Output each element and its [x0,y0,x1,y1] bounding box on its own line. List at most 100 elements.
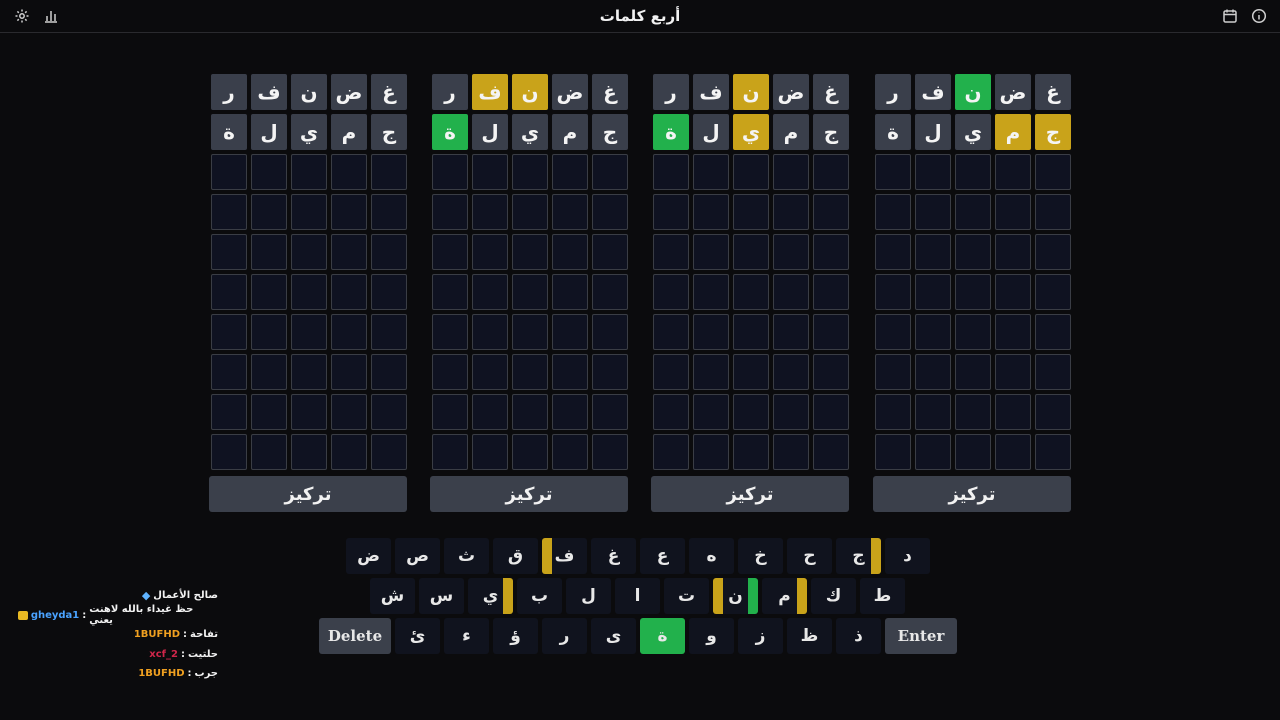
focus-button[interactable]: تركيز [430,476,628,512]
letter-key[interactable]: ك [811,578,856,614]
letter-key[interactable]: ى [591,618,636,654]
tile-empty [733,314,769,350]
letter-key[interactable]: ث [444,538,489,574]
tile-filled: ض [331,74,367,110]
letter-key[interactable]: ب [517,578,562,614]
tile-filled: ض [552,74,588,110]
letter-key[interactable]: ج [836,538,881,574]
tile-empty [653,314,689,350]
letter-key[interactable]: خ [738,538,783,574]
tile-empty [915,434,951,470]
letter-key[interactable]: ؤ [493,618,538,654]
focus-button[interactable]: تركيز [651,476,849,512]
tile-empty [773,394,809,430]
delete-key[interactable]: Delete [319,618,391,654]
tile-empty [653,434,689,470]
letter-key[interactable]: ط [860,578,905,614]
tile-empty [472,234,508,270]
info-icon[interactable] [1251,8,1267,24]
letter-key[interactable]: م [762,578,807,614]
tile-empty [813,274,849,310]
chat-message: صالح الأعمال [153,590,218,602]
tile-empty [875,154,911,190]
tile-empty [552,354,588,390]
tile-empty [251,314,287,350]
letter-key[interactable]: ن [713,578,758,614]
tile-empty [512,274,548,310]
tile-empty [512,354,548,390]
letter-key[interactable]: غ [591,538,636,574]
gear-icon[interactable] [14,8,30,24]
tile-empty [251,274,287,310]
tile-empty [291,274,327,310]
key-label: ر [559,626,570,646]
letter-key[interactable]: ا [615,578,660,614]
key-status-band [503,578,513,614]
tile-empty [371,234,407,270]
tile-empty [291,354,327,390]
letter-key[interactable]: ت [664,578,709,614]
letter-key[interactable]: ي [468,578,513,614]
tile-empty [955,154,991,190]
letter-key[interactable]: ذ [836,618,881,654]
tile-empty [773,154,809,190]
tile-empty [371,314,407,350]
tile-filled: ل [915,114,951,150]
chat-message: تفاحة [190,629,218,641]
tile-empty [693,194,729,230]
letter-key[interactable]: و [689,618,734,654]
letter-key[interactable]: ض [346,538,391,574]
key-status-band [797,578,807,614]
tile-empty [955,394,991,430]
calendar-icon[interactable] [1222,8,1238,24]
key-label: و [706,626,717,646]
letter-key[interactable]: ش [370,578,415,614]
letter-key[interactable]: ظ [787,618,832,654]
tile-empty [693,154,729,190]
keyboard-row-1: ضصثقفغعهخحجد [346,538,930,574]
letter-key[interactable]: ح [787,538,832,574]
letter-key[interactable]: ز [738,618,783,654]
stats-icon[interactable] [43,8,59,24]
letter-key[interactable]: ة [640,618,685,654]
key-label: Delete [327,627,383,645]
tile-empty [813,434,849,470]
letter-key[interactable]: ء [444,618,489,654]
letter-key[interactable]: ر [542,618,587,654]
tile-empty [592,314,628,350]
tile-empty [291,314,327,350]
tile-empty [955,194,991,230]
key-label: ظ [800,626,819,646]
enter-key[interactable]: Enter [885,618,957,654]
letter-key[interactable]: د [885,538,930,574]
letter-key[interactable]: ق [493,538,538,574]
tile-filled: ل [251,114,287,150]
focus-button[interactable]: تركيز [873,476,1071,512]
tile-empty [291,154,327,190]
tile-empty [251,434,287,470]
key-status-band [748,578,758,614]
board-grid: غضنفر جميلة [873,74,1071,470]
letter-key[interactable]: ئ [395,618,440,654]
focus-button[interactable]: تركيز [209,476,407,512]
letter-key[interactable]: ف [542,538,587,574]
tile-empty [1035,354,1071,390]
tile-empty [875,394,911,430]
letter-key[interactable]: س [419,578,464,614]
letter-key[interactable]: ص [395,538,440,574]
tile-empty [552,394,588,430]
key-label: ي [482,586,499,606]
tile-empty [1035,434,1071,470]
tile-empty [331,434,367,470]
tile-filled: ج [813,114,849,150]
key-label: ؤ [510,626,521,646]
tile-empty [875,314,911,350]
tile-present: ف [472,74,508,110]
letter-key[interactable]: ع [640,538,685,574]
top-bar: أربع كلمات [0,0,1280,33]
tile-present: ن [512,74,548,110]
tile-empty [371,154,407,190]
tile-empty [813,394,849,430]
letter-key[interactable]: ه [689,538,734,574]
letter-key[interactable]: ل [566,578,611,614]
